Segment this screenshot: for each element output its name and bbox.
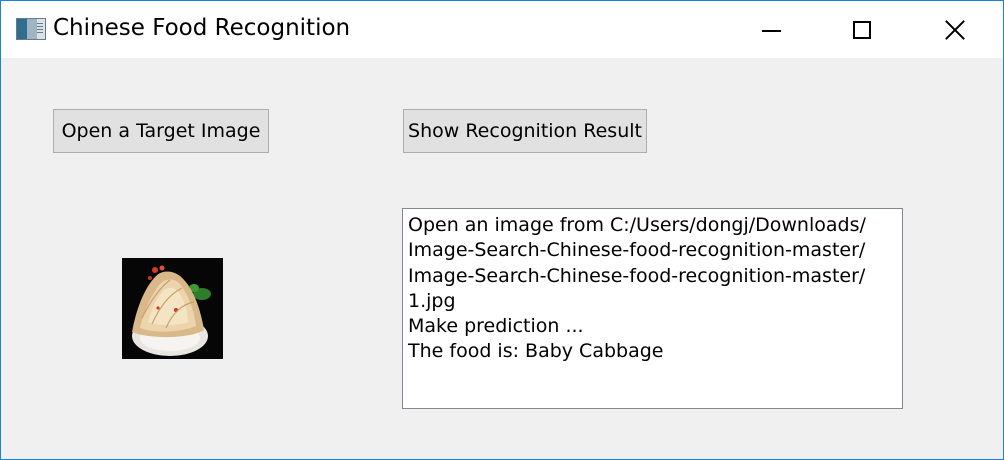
app-window: Chinese Food Recognition Open a Target I… xyxy=(0,0,1004,460)
app-window-icon xyxy=(16,18,46,40)
open-target-image-button[interactable]: Open a Target Image xyxy=(53,109,269,153)
result-line: The food is: Baby Cabbage xyxy=(408,340,664,363)
recognition-result-textbox[interactable]: Open an image from C:/Users/dongj/Downlo… xyxy=(402,208,903,409)
close-icon[interactable] xyxy=(932,1,978,58)
result-line: Image-Search-Chinese-food-recognition-ma… xyxy=(408,239,866,262)
result-line: Open an image from C:/Users/dongj/Downlo… xyxy=(408,214,866,236)
result-line: 1.jpg xyxy=(408,289,456,312)
result-line: Image-Search-Chinese-food-recognition-ma… xyxy=(408,264,866,287)
minimize-icon[interactable] xyxy=(747,1,793,58)
title-bar[interactable]: Chinese Food Recognition xyxy=(1,1,1003,58)
food-thumbnail-graphic xyxy=(122,258,223,359)
food-thumbnail-image xyxy=(122,258,223,359)
maximize-icon[interactable] xyxy=(839,1,885,58)
window-title: Chinese Food Recognition xyxy=(53,15,351,41)
result-line: Make prediction ... xyxy=(408,315,584,338)
show-recognition-result-button[interactable]: Show Recognition Result xyxy=(403,109,647,153)
